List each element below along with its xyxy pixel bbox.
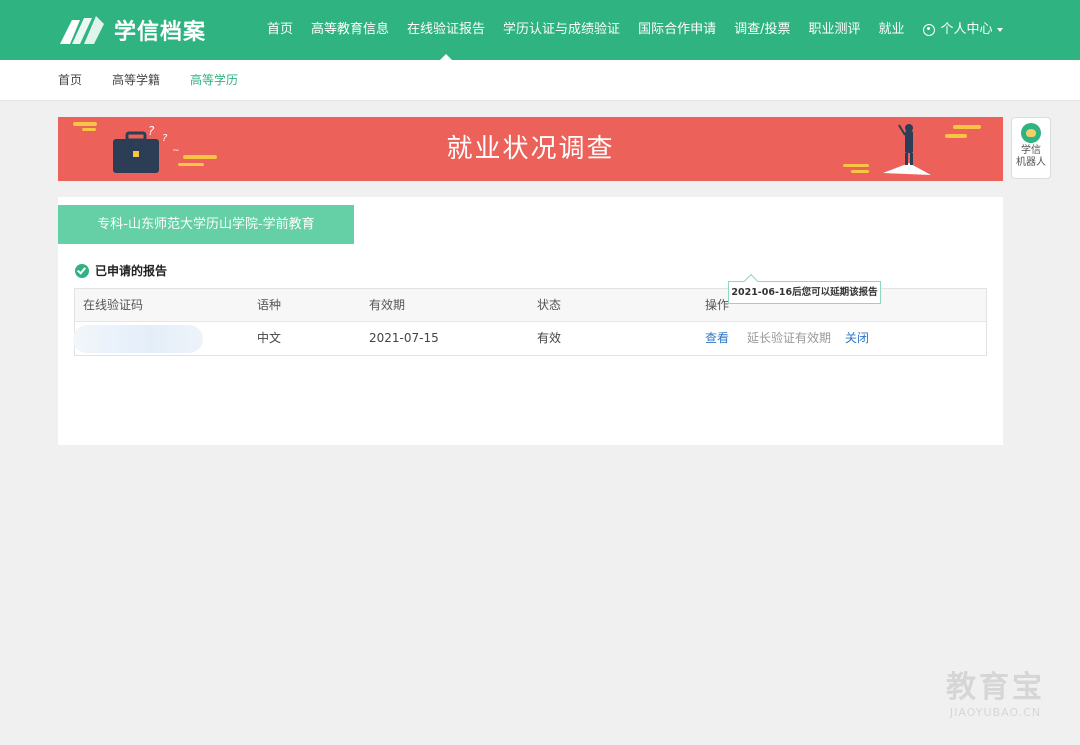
- nav-international-cooperation[interactable]: 国际合作申请: [629, 0, 725, 60]
- main-nav: 首页 高等教育信息 在线验证报告 学历认证与成绩验证 国际合作申请 调查/投票 …: [258, 0, 1012, 60]
- jiaoyubao-watermark: 教育宝 JIAOYUBAO.CN: [946, 670, 1045, 720]
- subtab-home[interactable]: 首页: [58, 60, 82, 101]
- nav-survey-vote[interactable]: 调查/投票: [725, 0, 799, 60]
- logo-text: 学信档案: [114, 20, 207, 45]
- header-status: 状态: [537, 298, 562, 312]
- table-row: 中文 2021-07-15 有效 查看 延长验证有效期 关闭: [73, 322, 986, 355]
- user-center-menu[interactable]: 个人中心: [914, 0, 1012, 60]
- check-circle-icon: [75, 263, 89, 278]
- report-card: 专科-山东师范大学历山学院-学前教育 已申请的报告 在线验证码 语种 有效期 状…: [58, 197, 1003, 445]
- applied-reports-label: 已申请的报告: [95, 264, 168, 278]
- user-icon: [922, 24, 935, 36]
- header-language: 语种: [257, 298, 282, 312]
- robot-icon: [1021, 123, 1041, 143]
- top-nav-bar: 学信档案 首页 高等教育信息 在线验证报告 学历认证与成绩验证 国际合作申请 调…: [0, 0, 1080, 60]
- user-center-label: 个人中心: [940, 22, 993, 37]
- verification-code-masked: [73, 325, 203, 353]
- nav-employment[interactable]: 就业: [869, 0, 913, 60]
- subtab-higher-enrollment[interactable]: 高等学籍: [112, 60, 160, 101]
- nav-home[interactable]: 首页: [258, 0, 302, 60]
- nav-degree-certification[interactable]: 学历认证与成绩验证: [494, 0, 629, 60]
- robot-label-line2: 机器人: [1016, 157, 1046, 168]
- logo-book-icon: [60, 16, 104, 44]
- header-actions: 操作: [705, 298, 730, 312]
- header-code: 在线验证码: [83, 298, 144, 312]
- cell-expiry: 2021-07-15: [369, 331, 439, 345]
- subtab-higher-degree[interactable]: 高等学历: [190, 60, 238, 101]
- applied-reports-title: 已申请的报告: [75, 262, 167, 279]
- extend-validity-link[interactable]: 延长验证有效期: [747, 322, 831, 355]
- cell-language: 中文: [257, 331, 282, 345]
- extend-hint-tooltip: 2021-06-16后您可以延期该报告: [728, 281, 881, 304]
- employment-survey-banner[interactable]: ? ? ~ 就业状况调查: [58, 117, 1003, 181]
- robot-label-line1: 学信: [1021, 145, 1041, 156]
- xuexin-robot-button[interactable]: 学信 机器人: [1011, 117, 1051, 179]
- view-report-link[interactable]: 查看: [705, 322, 729, 355]
- sub-nav-bar: 首页 高等学籍 高等学历: [0, 60, 1080, 101]
- cell-status: 有效: [537, 331, 562, 345]
- site-logo[interactable]: 学信档案: [58, 12, 206, 48]
- nav-career-assessment[interactable]: 职业测评: [799, 0, 869, 60]
- school-tag: 专科-山东师范大学历山学院-学前教育: [58, 205, 354, 244]
- nav-online-verification-report[interactable]: 在线验证报告: [398, 0, 494, 60]
- watermark-domain: JIAOYUBAO.CN: [949, 706, 1042, 719]
- caret-down-icon: [996, 28, 1003, 32]
- header-expiry: 有效期: [369, 298, 406, 312]
- close-report-link[interactable]: 关闭: [845, 322, 869, 355]
- banner-right-illustration: [843, 124, 981, 175]
- nav-higher-edu-info[interactable]: 高等教育信息: [302, 0, 398, 60]
- watermark-text: 教育宝: [946, 670, 1045, 705]
